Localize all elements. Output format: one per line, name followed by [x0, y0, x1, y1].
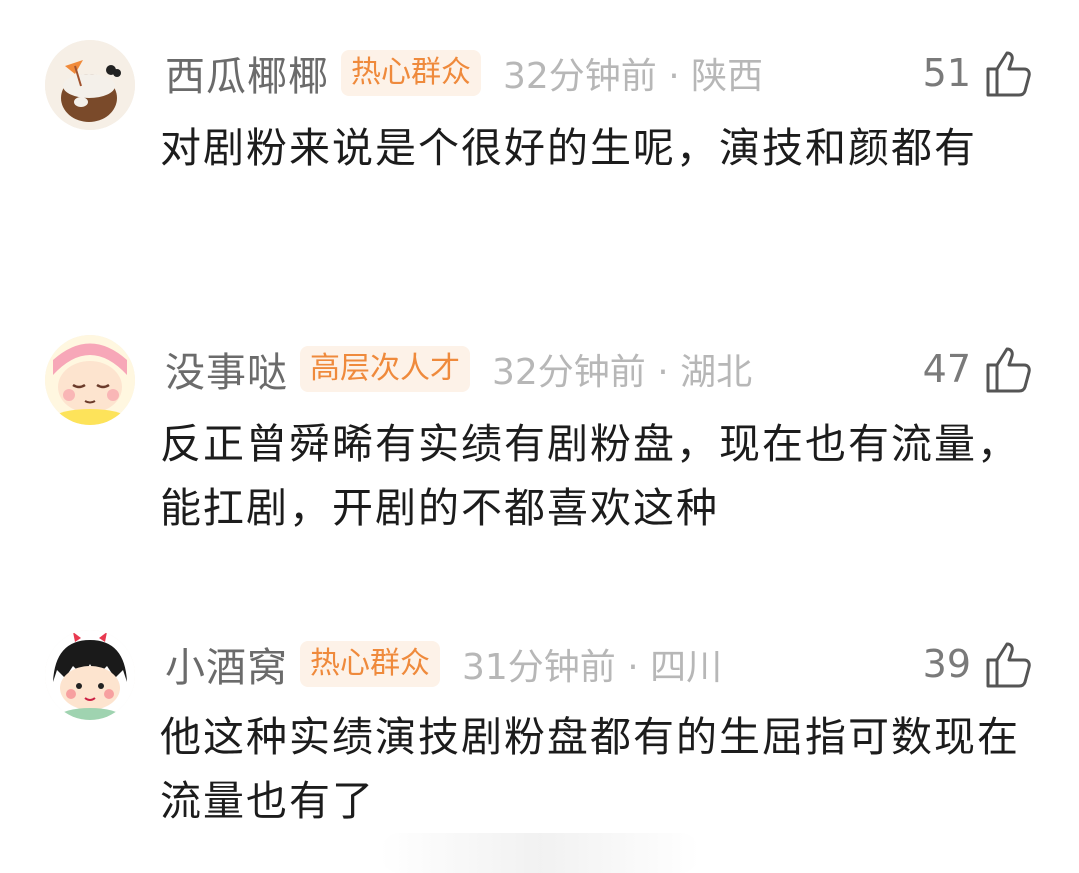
like-count: 51 — [922, 51, 971, 95]
comment-header: 没事哒 高层次人才 32分钟前 · 湖北 — [165, 339, 752, 399]
comment-header: 西瓜椰椰 热心群众 32分钟前 · 陕西 — [165, 43, 763, 103]
comment-text: 对剧粉来说是个很好的生呢，演技和颜都有 — [160, 124, 977, 172]
thumbs-up-icon — [986, 347, 1031, 393]
comment-meta: 32分钟前 · 湖北 — [492, 352, 753, 393]
user-avatar[interactable] — [45, 335, 135, 425]
maruko-avatar-icon — [45, 630, 135, 720]
like-button[interactable]: 51 — [923, 43, 1031, 103]
comment-meta: 31分钟前 · 四川 — [462, 647, 723, 688]
user-avatar[interactable] — [45, 40, 135, 130]
username[interactable]: 小酒窝 — [165, 635, 288, 693]
like-count: 47 — [922, 347, 971, 391]
coconut-drink-avatar-icon — [45, 40, 135, 130]
username[interactable]: 西瓜椰椰 — [165, 44, 329, 102]
comment-text: 反正曾舜晞有实绩有剧粉盘，现在也有流量，能扛剧，开剧的不都喜欢这种 — [160, 420, 1020, 532]
like-count: 39 — [922, 642, 971, 686]
thumbs-up-icon — [986, 51, 1031, 97]
user-badge: 热心群众 — [300, 641, 440, 687]
comment-header: 小酒窝 热心群众 31分钟前 · 四川 — [165, 634, 722, 694]
comment-meta: 32分钟前 · 陕西 — [503, 56, 764, 97]
username[interactable]: 没事哒 — [165, 340, 288, 398]
like-button[interactable]: 39 — [923, 634, 1031, 694]
comment-text: 他这种实绩演技剧粉盘都有的生屈指可数现在流量也有了 — [160, 713, 1020, 825]
thumbs-up-icon — [986, 642, 1031, 688]
scroll-fade-overlay — [380, 833, 700, 873]
user-badge: 热心群众 — [341, 50, 481, 96]
user-badge: 高层次人才 — [300, 346, 470, 392]
sleepy-girl-avatar-icon — [45, 335, 135, 425]
like-button[interactable]: 47 — [923, 339, 1031, 399]
user-avatar[interactable] — [45, 630, 135, 720]
